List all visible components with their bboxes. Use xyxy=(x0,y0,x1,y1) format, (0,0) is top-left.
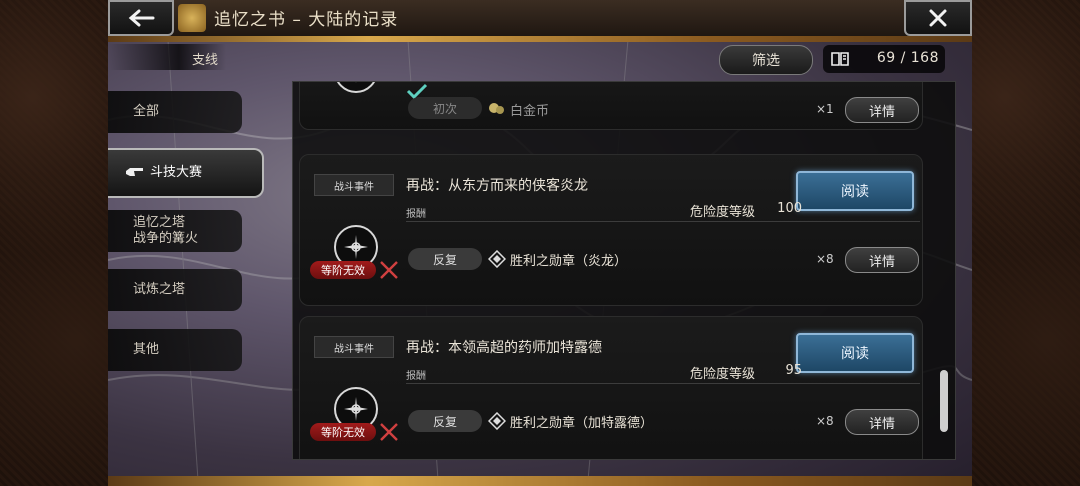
sidebar-item-all[interactable]: 全部 xyxy=(108,91,242,133)
sidebar-item-label: 斗技大赛 xyxy=(150,165,203,180)
main-frame: 追忆之书 – 大陆的记录 支线 筛选 69 / 168 全部 斗技大赛 追忆之塔… xyxy=(108,0,972,486)
reward-quantity: ×1 xyxy=(816,102,834,116)
divider xyxy=(406,383,920,384)
read-button[interactable]: 阅读 xyxy=(796,171,914,211)
top-bar: 追忆之书 – 大陆的记录 xyxy=(108,0,972,38)
sidebar-item-label: 试炼之塔 xyxy=(133,282,186,297)
left-border-texture xyxy=(0,0,108,486)
top-gold-trim xyxy=(108,36,972,42)
danger-level-label: 危险度等级 xyxy=(690,367,756,382)
subtab-side-story[interactable]: 支线 xyxy=(108,44,226,70)
sidebar-item-arena[interactable]: 斗技大赛 xyxy=(108,148,264,198)
reward-item-name: 胜利之勋章（加特露德） xyxy=(510,416,654,431)
event-emblem-icon xyxy=(334,82,378,93)
sidebar-item-other[interactable]: 其他 xyxy=(108,329,242,371)
sidebar-item-memory-tower[interactable]: 追忆之塔 战争的篝火 xyxy=(108,210,242,252)
repeat-pill: 反复 xyxy=(408,248,482,270)
sidebar-item-trial-tower[interactable]: 试炼之塔 xyxy=(108,269,242,311)
danger-level-value: 100 xyxy=(777,201,802,216)
list-item: 战斗事件 再战：本领高超的药师加特露德 阅读 报酬 危险度等级 95 等阶无效 … xyxy=(299,316,923,459)
burst-icon xyxy=(344,235,368,259)
sidebar-item-label: 追忆之塔 战争的篝火 xyxy=(133,215,199,246)
crossed-swords-icon xyxy=(380,261,398,279)
burst-icon xyxy=(355,82,357,83)
right-border-texture xyxy=(972,0,1080,486)
book-emblem-icon xyxy=(178,4,206,32)
coins-icon xyxy=(489,103,504,114)
detail-button[interactable]: 详情 xyxy=(845,97,919,123)
rank-invalid-badge: 等阶无效 xyxy=(310,423,376,441)
medal-icon xyxy=(488,250,506,268)
reward-quantity: ×8 xyxy=(816,252,834,266)
collection-count: 69 / 168 xyxy=(823,45,945,73)
pointing-hand-icon xyxy=(126,168,143,176)
subtab-label: 支线 xyxy=(191,53,218,68)
back-button[interactable] xyxy=(108,0,174,36)
event-title: 再战：从东方而来的侠客炎龙 xyxy=(406,178,588,194)
reward-label: 报酬 xyxy=(406,371,426,382)
danger-level-value: 95 xyxy=(785,363,802,378)
close-icon xyxy=(929,9,947,27)
sidebar-item-label: 全部 xyxy=(133,104,160,119)
rank-invalid-badge: 等阶无效 xyxy=(310,261,376,279)
danger-level: 危险度等级 95 xyxy=(690,363,802,382)
medal-icon xyxy=(488,412,506,430)
burst-icon xyxy=(344,397,368,421)
bottom-gold-trim xyxy=(108,476,972,486)
event-type-tag: 战斗事件 xyxy=(314,336,394,358)
arrow-left-icon xyxy=(128,9,155,27)
reward-item-name: 胜利之勋章（炎龙） xyxy=(510,254,628,269)
detail-button[interactable]: 详情 xyxy=(845,409,919,435)
read-button[interactable]: 阅读 xyxy=(796,333,914,373)
reward-item-name: 白金币 xyxy=(510,104,550,119)
scrollbar[interactable] xyxy=(940,370,948,432)
list-item: 战斗事件 再战：从东方而来的侠客炎龙 阅读 报酬 危险度等级 100 等阶无效 … xyxy=(299,154,923,306)
list-item: 初次 白金币 ×1 详情 xyxy=(299,82,923,130)
detail-button[interactable]: 详情 xyxy=(845,247,919,273)
danger-level-label: 危险度等级 xyxy=(690,205,756,220)
filter-button[interactable]: 筛选 xyxy=(719,45,813,75)
sidebar-item-label: 其他 xyxy=(133,342,160,357)
event-type-tag: 战斗事件 xyxy=(314,174,394,196)
close-button[interactable] xyxy=(904,0,972,36)
crossed-swords-icon xyxy=(380,423,398,441)
repeat-pill: 反复 xyxy=(408,410,482,432)
reward-quantity: ×8 xyxy=(816,414,834,428)
count-text: 69 / 168 xyxy=(876,50,939,66)
first-time-pill: 初次 xyxy=(408,97,482,119)
page-title: 追忆之书 – 大陆的记录 xyxy=(214,10,399,30)
book-icon xyxy=(831,52,849,66)
danger-level: 危险度等级 100 xyxy=(690,201,802,220)
reward-label: 报酬 xyxy=(406,209,426,220)
divider xyxy=(406,221,920,222)
record-list-panel[interactable]: 初次 白金币 ×1 详情 战斗事件 再战：从东方而来的侠客炎龙 阅读 报酬 危险… xyxy=(292,81,956,460)
event-title: 再战：本领高超的药师加特露德 xyxy=(406,340,602,356)
